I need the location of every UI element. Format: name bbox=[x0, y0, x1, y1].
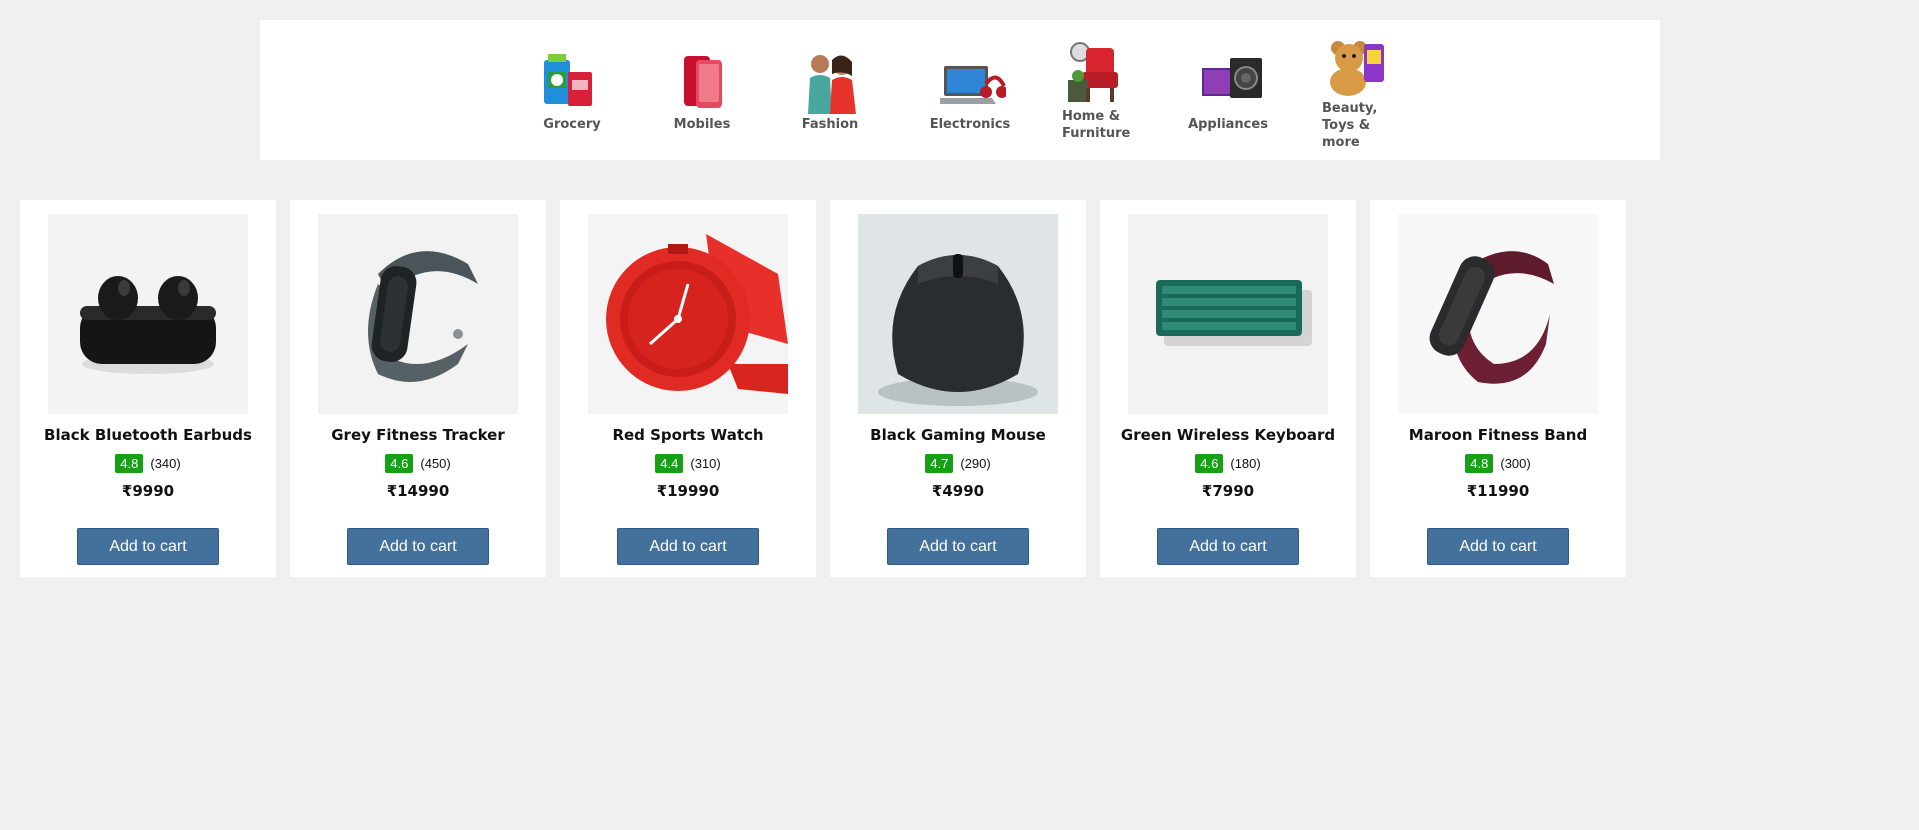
product-name: Black Bluetooth Earbuds bbox=[44, 426, 252, 444]
product-card: Black Gaming Mouse 4.7 (290) ₹4990 Add to… bbox=[830, 200, 1086, 577]
gaming-mouse-image bbox=[858, 214, 1058, 414]
category-beauty-toys[interactable]: Beauty, Toys & more bbox=[1310, 20, 1410, 160]
category-mobiles[interactable]: Mobiles bbox=[662, 20, 742, 160]
appliances-icon bbox=[1202, 58, 1262, 98]
category-label: Home & Furniture bbox=[1062, 109, 1131, 141]
category-grocery[interactable]: Grocery bbox=[532, 20, 612, 160]
category-label: Fashion bbox=[801, 117, 859, 132]
keyboard-image bbox=[1128, 214, 1328, 414]
product-price: ₹9990 bbox=[121, 482, 175, 500]
teddy-bear-icon bbox=[1330, 41, 1384, 96]
product-name: Green Wireless Keyboard bbox=[1120, 426, 1336, 444]
product-card: Green Wireless Keyboard 4.6 (180) ₹7990 A… bbox=[1100, 200, 1356, 577]
furniture-icon bbox=[1068, 42, 1118, 102]
rating-badge: 4.6 bbox=[385, 454, 414, 473]
rating-badge: 4.6 bbox=[1195, 454, 1224, 473]
add-to-cart-button[interactable]: Add to cart bbox=[887, 528, 1029, 565]
review-count: (340) bbox=[150, 456, 181, 471]
sports-watch-image bbox=[588, 214, 788, 414]
product-name: Maroon Fitness Band bbox=[1408, 426, 1588, 444]
grocery-icon bbox=[544, 54, 592, 106]
category-label: Grocery bbox=[543, 117, 601, 132]
product-rating-row: 4.4 (310) bbox=[560, 454, 816, 473]
product-rating-row: 4.8 (300) bbox=[1370, 454, 1626, 473]
product-card: Black Bluetooth Earbuds 4.8 (340) ₹9990 A… bbox=[20, 200, 276, 577]
category-electronics[interactable]: Electronics bbox=[920, 20, 1020, 160]
rating-badge: 4.7 bbox=[925, 454, 954, 473]
add-to-cart-button[interactable]: Add to cart bbox=[1157, 528, 1299, 565]
product-price: ₹11990 bbox=[1466, 482, 1530, 500]
category-label: Electronics bbox=[929, 117, 1011, 132]
category-label: Appliances bbox=[1188, 117, 1268, 132]
product-rating-row: 4.6 (180) bbox=[1100, 454, 1356, 473]
add-to-cart-button[interactable]: Add to cart bbox=[347, 528, 489, 565]
category-bar: Grocery Mobiles Fashion Electronics Home… bbox=[260, 20, 1660, 160]
product-price: ₹19990 bbox=[656, 482, 720, 500]
category-appliances[interactable]: Appliances bbox=[1178, 20, 1278, 160]
rating-badge: 4.4 bbox=[655, 454, 684, 473]
add-to-cart-button[interactable]: Add to cart bbox=[617, 528, 759, 565]
product-name: Grey Fitness Tracker bbox=[331, 426, 505, 444]
review-count: (290) bbox=[960, 456, 991, 471]
product-price: ₹14990 bbox=[386, 482, 450, 500]
product-price: ₹4990 bbox=[931, 482, 985, 500]
mobile-phone-icon bbox=[684, 56, 722, 108]
review-count: (450) bbox=[420, 456, 451, 471]
electronics-icon bbox=[940, 66, 1006, 104]
product-card: Maroon Fitness Band 4.8 (300) ₹11990 Add … bbox=[1370, 200, 1626, 577]
product-card: Red Sports Watch 4.4 (310) ₹19990 Add to … bbox=[560, 200, 816, 577]
earbuds-image bbox=[48, 214, 248, 414]
fashion-icon bbox=[808, 55, 856, 114]
category-label: Beauty, Toys & more bbox=[1322, 101, 1378, 150]
product-rating-row: 4.7 (290) bbox=[830, 454, 1086, 473]
fitness-band-image bbox=[1398, 214, 1598, 414]
review-count: (300) bbox=[1500, 456, 1531, 471]
product-card: Grey Fitness Tracker 4.6 (450) ₹14990 Add… bbox=[290, 200, 546, 577]
product-name: Black Gaming Mouse bbox=[870, 426, 1046, 444]
rating-badge: 4.8 bbox=[115, 454, 144, 473]
review-count: (180) bbox=[1230, 456, 1261, 471]
product-rating-row: 4.6 (450) bbox=[290, 454, 546, 473]
product-rating-row: 4.8 (340) bbox=[20, 454, 276, 473]
product-name: Red Sports Watch bbox=[612, 426, 764, 444]
fitness-tracker-image bbox=[318, 214, 518, 414]
category-fashion[interactable]: Fashion bbox=[790, 20, 870, 160]
add-to-cart-button[interactable]: Add to cart bbox=[77, 528, 219, 565]
category-home-furniture[interactable]: Home & Furniture bbox=[1050, 20, 1150, 160]
add-to-cart-button[interactable]: Add to cart bbox=[1427, 528, 1569, 565]
product-price: ₹7990 bbox=[1201, 482, 1255, 500]
review-count: (310) bbox=[690, 456, 721, 471]
rating-badge: 4.8 bbox=[1465, 454, 1494, 473]
category-label: Mobiles bbox=[673, 117, 731, 132]
